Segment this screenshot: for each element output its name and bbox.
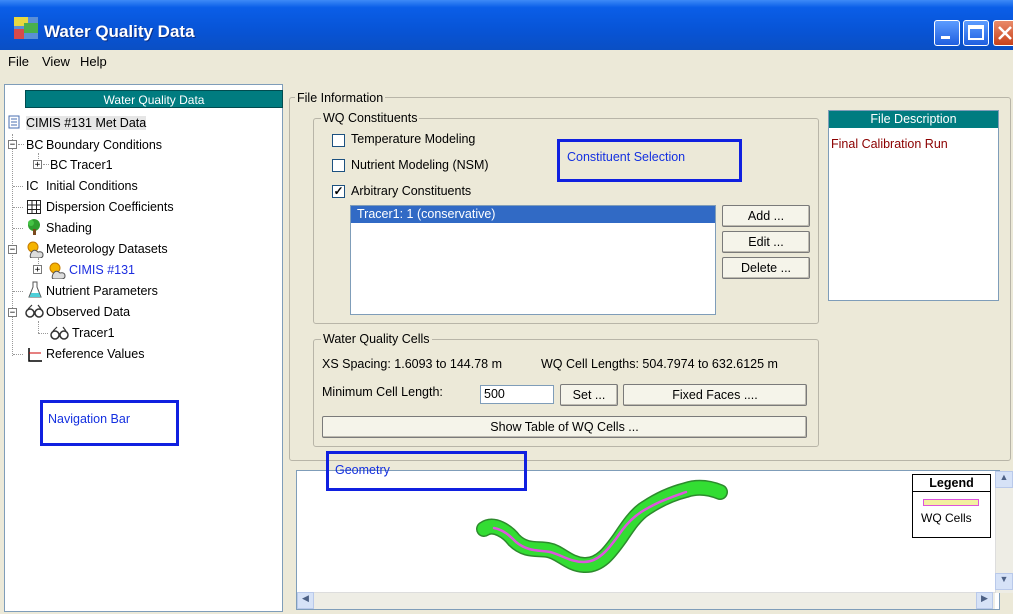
- add-button[interactable]: Add ...: [722, 205, 810, 227]
- temperature-modeling-label: Temperature Modeling: [351, 132, 476, 146]
- navigation-bar-annotation: Navigation Bar: [48, 412, 130, 426]
- tree-line: [43, 164, 49, 165]
- wq-cell-lengths-text: WQ Cell Lengths: 504.7974 to 632.6125 m: [541, 357, 778, 371]
- tree-item-shading[interactable]: Shading: [46, 221, 92, 235]
- close-button[interactable]: [993, 20, 1013, 46]
- axes-icon: [27, 347, 43, 366]
- menu-view[interactable]: View: [42, 54, 70, 69]
- tree-line: [13, 207, 23, 208]
- constituent-selection-annotation: Constituent Selection: [567, 150, 686, 164]
- menu-bar: [0, 50, 1013, 72]
- tree-line: [18, 144, 24, 145]
- horizontal-scrollbar[interactable]: [297, 592, 995, 609]
- map-legend-title: Legend: [913, 475, 990, 492]
- scroll-up-button[interactable]: ▲: [995, 471, 1013, 488]
- collapse-toggle[interactable]: −: [8, 245, 17, 255]
- minimum-cell-length-label: Minimum Cell Length:: [322, 385, 443, 399]
- tree-item-observed-data[interactable]: Observed Data: [46, 305, 130, 319]
- scroll-left-button[interactable]: ◀: [297, 592, 314, 609]
- tree-item-cimis-131[interactable]: CIMIS #131: [69, 263, 135, 277]
- nutrient-modeling-checkbox[interactable]: [332, 159, 345, 172]
- water-quality-cells-legend: Water Quality Cells: [321, 332, 432, 346]
- file-information-legend: File Information: [295, 91, 386, 105]
- fixed-faces-button[interactable]: Fixed Faces ....: [623, 384, 807, 406]
- tree-line: [38, 321, 39, 333]
- tree-item-reference-values[interactable]: Reference Values: [46, 347, 144, 361]
- tree-line: [13, 291, 23, 292]
- maximize-button[interactable]: [963, 20, 989, 46]
- expand-toggle[interactable]: +: [33, 265, 42, 275]
- glasses-icon: [50, 326, 70, 343]
- geometry-annotation: Geometry: [335, 463, 390, 477]
- collapse-toggle[interactable]: −: [8, 140, 17, 150]
- tree-line: [38, 333, 48, 334]
- arbitrary-constituents-checkbox[interactable]: ✓: [332, 185, 345, 198]
- tree-item-observed-tracer1[interactable]: Tracer1: [72, 326, 115, 340]
- expand-toggle[interactable]: +: [33, 160, 42, 170]
- tree-item-meteorology-datasets[interactable]: Meteorology Datasets: [46, 242, 168, 256]
- app-icon: [14, 17, 38, 39]
- window-title: Water Quality Data: [44, 22, 195, 41]
- scroll-right-button[interactable]: ▶: [976, 592, 993, 609]
- nutrient-modeling-label: Nutrient Modeling (NSM): [351, 158, 489, 172]
- delete-button[interactable]: Delete ...: [722, 257, 810, 279]
- tree-line: [13, 354, 23, 355]
- bc-prefix: BC: [26, 138, 44, 152]
- wq-cells-swatch: [923, 499, 979, 506]
- arbitrary-constituents-label: Arbitrary Constituents: [351, 184, 472, 198]
- table-icon: [27, 200, 41, 217]
- tree-item-dispersion-coefficients[interactable]: Dispersion Coefficients: [46, 200, 174, 214]
- weather-icon: [25, 240, 45, 261]
- tree-item-initial-conditions[interactable]: Initial Conditions: [46, 179, 138, 193]
- set-button[interactable]: Set ...: [560, 384, 618, 406]
- minimum-cell-length-input[interactable]: 500: [480, 385, 554, 404]
- doc-icon: [8, 115, 20, 132]
- bc-prefix: BC: [50, 158, 68, 172]
- weather-icon: [47, 261, 67, 282]
- wq-constituents-legend: WQ Constituents: [321, 111, 420, 125]
- tree-icon: [25, 218, 43, 239]
- scroll-down-button[interactable]: ▼: [995, 573, 1013, 590]
- file-description-text[interactable]: Final Calibration Run: [831, 137, 948, 151]
- wq-cells-legend-label: WQ Cells: [921, 511, 972, 525]
- edit-button[interactable]: Edit ...: [722, 231, 810, 253]
- minimize-button[interactable]: [934, 20, 960, 46]
- file-description-header: File Description: [829, 111, 998, 128]
- collapse-toggle[interactable]: −: [8, 308, 17, 318]
- tree-item-nutrient-parameters[interactable]: Nutrient Parameters: [46, 284, 158, 298]
- flask-icon: [28, 281, 42, 302]
- constituent-list-item[interactable]: Tracer1: 1 (conservative): [351, 206, 715, 223]
- tree-line: [13, 186, 23, 187]
- nav-header: Water Quality Data: [25, 90, 283, 108]
- tree-item-cimis-met-data[interactable]: CIMIS #131 Met Data: [26, 116, 147, 130]
- ic-prefix: IC: [26, 179, 39, 193]
- menu-file[interactable]: File: [8, 54, 29, 69]
- tree-line: [13, 228, 23, 229]
- glasses-icon: [25, 304, 45, 321]
- menu-help[interactable]: Help: [80, 54, 107, 69]
- temperature-modeling-checkbox[interactable]: [332, 134, 345, 147]
- show-table-of-wq-cells-button[interactable]: Show Table of WQ Cells ...: [322, 416, 807, 438]
- tree-item-bc-tracer1[interactable]: Tracer1: [70, 158, 113, 172]
- xs-spacing-text: XS Spacing: 1.6093 to 144.78 m: [322, 357, 502, 371]
- tree-item-boundary-conditions[interactable]: Boundary Conditions: [46, 138, 162, 152]
